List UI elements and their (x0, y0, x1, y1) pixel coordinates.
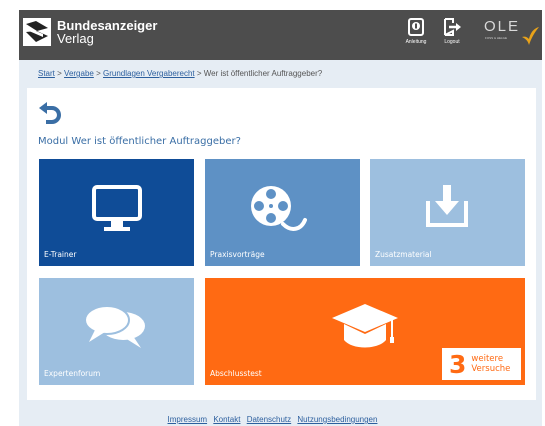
ole-logo: OLE FOSS & HELGE (482, 17, 540, 49)
page: Bundesanzeiger Verlag Anleitung Logout O… (0, 0, 545, 426)
attempts-count: 3 (449, 349, 467, 379)
footer-link-kontakt[interactable]: Kontakt (213, 415, 240, 424)
logout-button[interactable]: Logout (435, 18, 469, 45)
brand-text: Bundesanzeiger Verlag (57, 19, 157, 45)
back-arrow-icon[interactable] (38, 101, 64, 125)
tile-label-praxisvortraege: Praxisvorträge (210, 250, 265, 259)
anleitung-button[interactable]: Anleitung (399, 18, 433, 45)
film-reel-icon (251, 186, 307, 231)
attempts-badge: 3 weitere Versuche (442, 348, 521, 380)
footer: Impressum Kontakt Datenschutz Nutzungsbe… (0, 415, 545, 424)
breadcrumb-link-grundlagen[interactable]: Grundlagen Vergaberecht (103, 69, 195, 78)
tile-label-e-trainer: E-Trainer (44, 250, 77, 259)
tile-zusatzmaterial[interactable]: Zusatzmaterial (370, 159, 525, 266)
brand-sub: Verlag (57, 31, 94, 46)
tile-e-trainer[interactable]: E-Trainer (39, 159, 194, 266)
tile-praxisvortraege[interactable]: Praxisvorträge (205, 159, 360, 266)
attempts-text-line2: Versuche (471, 364, 511, 374)
footer-link-impressum[interactable]: Impressum (168, 415, 208, 424)
graduation-cap-icon (332, 304, 398, 348)
download-tray-icon (426, 185, 468, 227)
tile-abschlusstest[interactable]: Abschlusstest 3 weitere Versuche (205, 278, 525, 385)
anleitung-label: Anleitung (405, 39, 427, 45)
brand[interactable]: Bundesanzeiger Verlag (23, 18, 157, 46)
tile-expertenforum[interactable]: Expertenforum (39, 278, 194, 385)
monitor-icon (92, 185, 142, 231)
attempts-text: weitere Versuche (471, 354, 510, 374)
ole-text: OLE (484, 18, 521, 35)
breadcrumb-separator: > (196, 69, 202, 78)
speech-bubbles-icon (84, 305, 145, 348)
ole-leaf-icon (522, 27, 539, 45)
manual-icon (408, 18, 424, 36)
module-title: Modul Wer ist öffentlicher Auftraggeber? (38, 136, 241, 147)
footer-link-nutzungsbedingungen[interactable]: Nutzungsbedingungen (297, 415, 377, 424)
logout-label: Logout (444, 39, 460, 45)
breadcrumb-link-start[interactable]: Start (38, 69, 55, 78)
ole-subtitle: FOSS & HELGE (485, 36, 508, 40)
breadcrumb-separator: > (57, 69, 62, 78)
top-bar: Bundesanzeiger Verlag Anleitung Logout O… (19, 10, 542, 60)
logout-icon (444, 18, 461, 36)
tile-label-zusatzmaterial: Zusatzmaterial (375, 250, 432, 259)
attempts-text-line1: weitere (471, 354, 504, 364)
breadcrumb-separator: > (96, 69, 101, 78)
footer-link-datenschutz[interactable]: Datenschutz (247, 415, 291, 424)
tile-label-abschlusstest: Abschlusstest (210, 369, 262, 378)
breadcrumb-current: Wer ist öffentlicher Auftraggeber? (203, 69, 323, 78)
breadcrumb-link-vergabe[interactable]: Vergabe (64, 69, 94, 78)
brand-logo-icon (23, 18, 51, 46)
tile-label-expertenforum: Expertenforum (44, 369, 101, 378)
breadcrumb: Start > Vergabe > Grundlagen Vergaberech… (38, 69, 322, 78)
